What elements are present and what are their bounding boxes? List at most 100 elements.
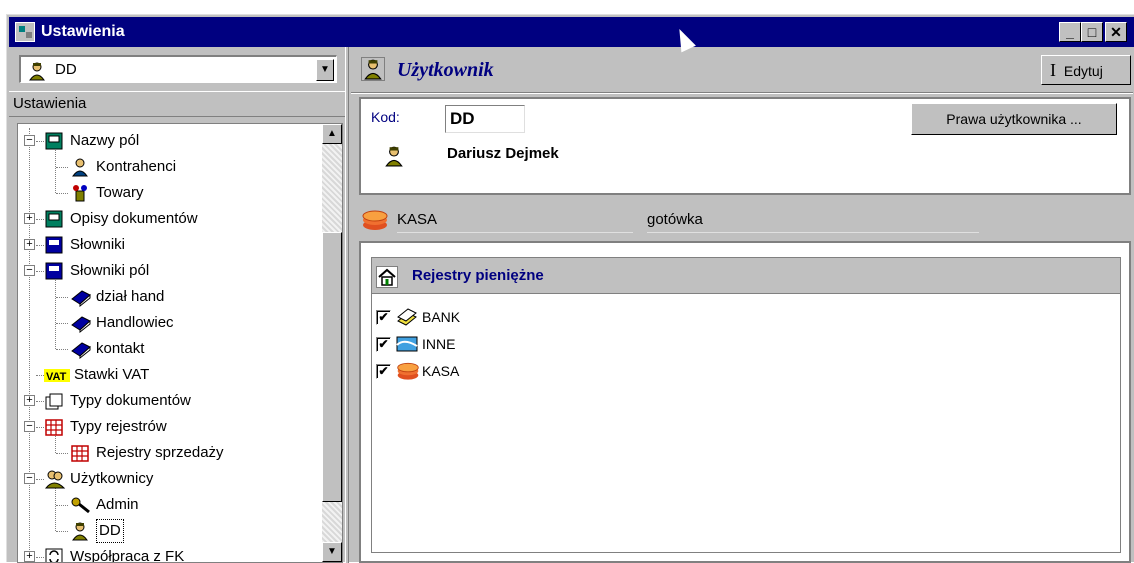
tree-item[interactable]: + Współpraca z FK	[18, 544, 318, 563]
app-icon	[15, 22, 35, 42]
tree-item[interactable]: + Typy dokumentów	[18, 388, 318, 414]
expand-icon[interactable]: +	[24, 213, 35, 224]
tree-item-label: kontakt	[96, 340, 145, 357]
user-icon	[70, 521, 90, 541]
tree-connector	[56, 193, 68, 194]
scroll-up-icon[interactable]: ▲	[322, 124, 342, 144]
dictionary-icon	[44, 235, 64, 255]
dictionary-icon	[44, 261, 64, 281]
tree-connector	[36, 245, 44, 246]
header-divider	[351, 92, 1133, 94]
tree-item[interactable]: − Typy rejestrów	[18, 414, 318, 440]
expand-icon[interactable]: +	[24, 551, 35, 562]
tree-connector	[36, 401, 44, 402]
tree-item[interactable]: VAT Stawki VAT	[18, 362, 318, 388]
edit-button[interactable]: I Edytuj	[1041, 55, 1131, 85]
bank-icon	[396, 307, 418, 336]
tree-item-label: DD	[96, 519, 124, 543]
tree-item[interactable]: Towary	[18, 180, 318, 206]
collapse-icon[interactable]: −	[24, 135, 35, 146]
left-panel: DD ▼ Ustawienia + Współpraca z FK DD Admin −…	[9, 47, 345, 563]
register-grid-icon	[44, 417, 64, 437]
tree-item-label: Kontrahenci	[96, 158, 177, 175]
tree-item[interactable]: Rejestry sprzedaży	[18, 440, 318, 466]
tree-connector	[56, 531, 68, 532]
contractor-icon	[70, 157, 90, 177]
tree-connector	[36, 219, 44, 220]
maximize-button[interactable]: □	[1081, 22, 1103, 42]
register-checkbox[interactable]: ✔	[376, 364, 391, 379]
tree-item-label: Użytkownicy	[70, 470, 154, 487]
tree-connector	[36, 557, 44, 558]
tree-item-label: Opisy dokumentów	[70, 210, 198, 227]
title-bar[interactable]: Ustawienia _ □ ✕	[9, 17, 1134, 47]
svg-text:VAT: VAT	[46, 371, 67, 383]
user-full-name: Dariusz Dejmek	[447, 145, 559, 162]
cash-register-icon	[396, 361, 420, 390]
cash-register-name: KASA	[397, 211, 633, 233]
tree-item-label: dział hand	[96, 288, 165, 305]
user-select-combo[interactable]: DD ▼	[19, 55, 337, 83]
tree-item-label: Stawki VAT	[74, 366, 150, 383]
tree-item-label: Typy rejestrów	[70, 418, 167, 435]
cash-register-type: gotówka	[647, 211, 979, 233]
tree-connector	[56, 453, 68, 454]
expand-icon[interactable]: +	[24, 239, 35, 250]
tree-item-label: Typy dokumentów	[70, 392, 191, 409]
tree-item[interactable]: Admin	[18, 492, 318, 518]
tree-connector	[36, 271, 44, 272]
tree-header: Ustawienia	[9, 91, 345, 117]
chevron-down-icon[interactable]: ▼	[316, 59, 334, 81]
code-label: Kod:	[371, 109, 400, 125]
expand-icon[interactable]: +	[24, 395, 35, 406]
home-icon[interactable]	[376, 266, 398, 288]
book-icon	[70, 287, 91, 308]
tree-item[interactable]: dział hand	[18, 284, 318, 310]
collapse-icon[interactable]: −	[24, 421, 35, 432]
register-grid-icon	[70, 443, 90, 463]
tree-item[interactable]: Handlowiec	[18, 310, 318, 336]
settings-window: Ustawienia _ □ ✕ DD ▼ Ustawienia + Współp…	[6, 14, 1134, 563]
cash-register-row: KASA gotówka	[361, 209, 1121, 235]
tree-item-label: Słowniki pól	[70, 262, 150, 279]
register-label: BANK	[422, 309, 461, 325]
tree-item[interactable]: − Użytkownicy	[18, 466, 318, 492]
panel-splitter[interactable]	[345, 47, 349, 563]
other-register-icon	[396, 334, 418, 363]
settings-tree: + Współpraca z FK DD Admin − Użytkownicy Rejes…	[17, 123, 343, 563]
tree-scrollbar[interactable]: ▲ ▼	[322, 124, 342, 562]
users-icon	[44, 469, 66, 489]
tree-item[interactable]: − Słowniki pól	[18, 258, 318, 284]
tree-item[interactable]: + Opisy dokumentów	[18, 206, 318, 232]
window-title: Ustawienia	[41, 23, 125, 40]
sync-icon	[44, 547, 64, 562]
registers-title: Rejestry pieniężne	[412, 267, 544, 284]
register-checkbox[interactable]: ✔	[376, 337, 391, 352]
tree-item[interactable]: DD	[18, 518, 318, 544]
user-header: Użytkownik I Edytuj	[351, 53, 1133, 87]
scroll-thumb[interactable]	[322, 232, 342, 502]
tree-item-label: Słowniki	[70, 236, 126, 253]
collapse-icon[interactable]: −	[24, 473, 35, 484]
user-permissions-button[interactable]: Prawa użytkownika ...	[911, 103, 1117, 135]
tree-item[interactable]: + Słowniki	[18, 232, 318, 258]
tree-item-label: Współpraca z FK	[70, 548, 185, 563]
vat-icon: VAT	[44, 365, 70, 385]
tree-item-label: Towary	[96, 184, 144, 201]
goods-icon	[70, 183, 90, 203]
right-panel: Użytkownik I Edytuj Kod: DD Dariusz Dejm…	[351, 47, 1134, 563]
minimize-button[interactable]: _	[1059, 22, 1081, 42]
code-field[interactable]: DD	[445, 105, 525, 133]
tree-item[interactable]: kontakt	[18, 336, 318, 362]
tree-connector	[56, 505, 68, 506]
text-cursor-icon: I	[1050, 60, 1056, 80]
close-button[interactable]: ✕	[1105, 22, 1127, 42]
tree-item[interactable]: Kontrahenci	[18, 154, 318, 180]
book-icon	[70, 313, 91, 334]
book-icon	[70, 339, 91, 360]
scroll-down-icon[interactable]: ▼	[322, 542, 342, 562]
tree-item[interactable]: − Nazwy pól	[18, 128, 318, 154]
collapse-icon[interactable]: −	[24, 265, 35, 276]
register-checkbox[interactable]: ✔	[376, 310, 391, 325]
cash-register-icon	[361, 209, 389, 235]
